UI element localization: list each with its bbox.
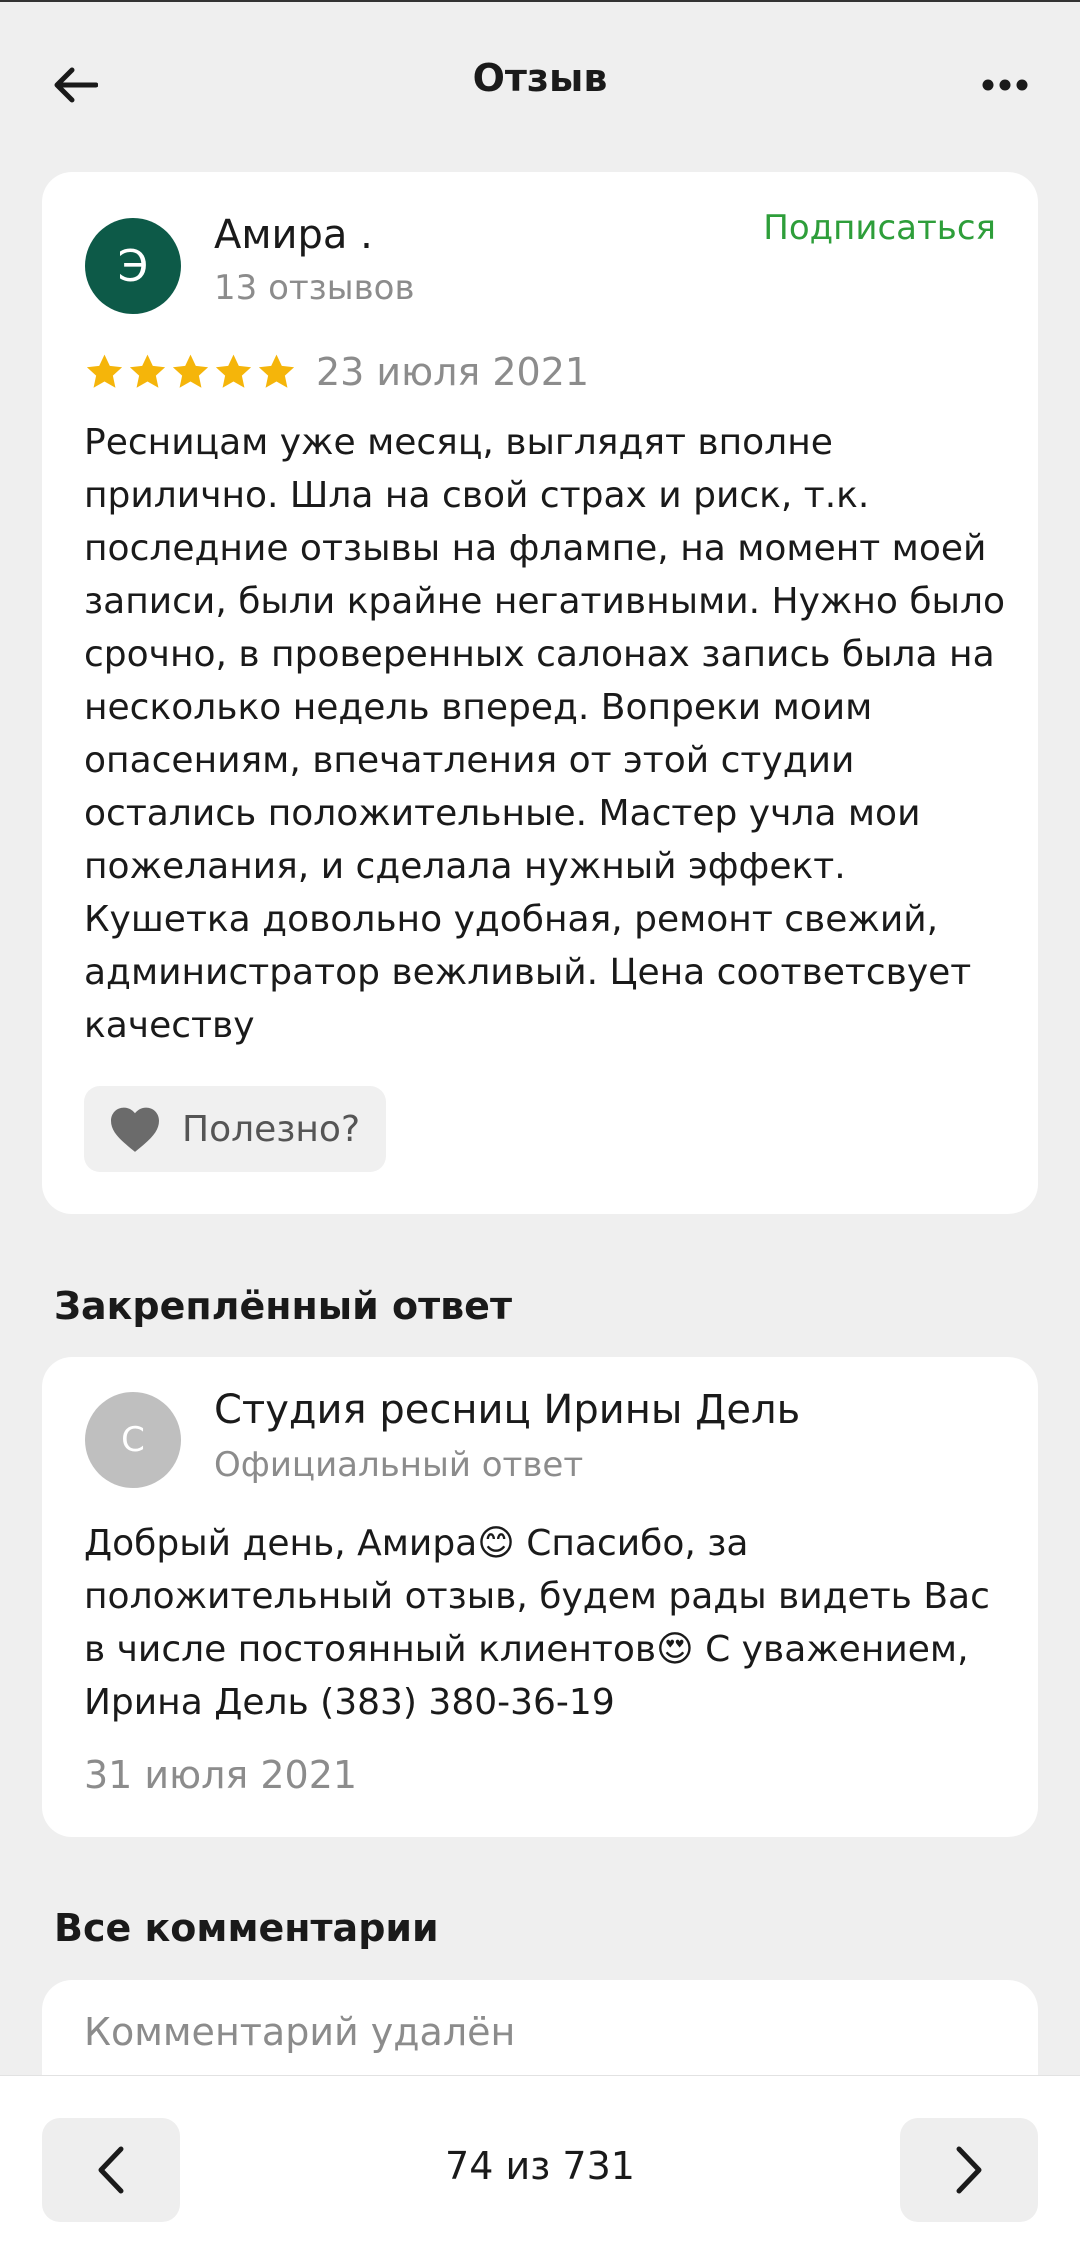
star-icon — [129, 354, 166, 388]
review-text: Ресницам уже месяц, выглядят вполне прил… — [84, 422, 1005, 1046]
top-bar: Отзыв — [0, 0, 1080, 170]
answer-date: 31 июля 2021 — [84, 1753, 358, 1797]
page-title: Отзыв — [472, 56, 608, 100]
star-icon — [215, 354, 252, 388]
useful-label: Полезно? — [182, 1108, 361, 1150]
star-icon — [258, 354, 295, 388]
review-card: Э Амира . 13 отзывов Подписаться 23 июля… — [42, 172, 1038, 1214]
all-comments-heading: Все комментарии — [54, 1906, 439, 1950]
author-name[interactable]: Амира . — [214, 212, 373, 258]
bottom-navigation-bar: 74 из 731 — [0, 2075, 1080, 2266]
official-answer-label: Официальный ответ — [214, 1445, 584, 1485]
star-icon — [86, 354, 123, 388]
heart-icon — [111, 1107, 159, 1152]
answer-text: Добрый день, Амира😊 Спасибо, за положите… — [84, 1523, 990, 1723]
author-avatar[interactable]: Э — [85, 218, 181, 314]
useful-button[interactable]: Полезно? — [84, 1086, 386, 1172]
subscribe-button[interactable]: Подписаться — [763, 208, 996, 248]
pinned-answer-card: С Студия ресниц Ирины Дель Официальный о… — [42, 1357, 1038, 1837]
next-button[interactable] — [900, 2118, 1038, 2222]
studio-name[interactable]: Студия ресниц Ирины Дель — [214, 1387, 800, 1433]
review-date: 23 июля 2021 — [316, 350, 590, 394]
rating-stars — [84, 352, 297, 393]
chevron-right-icon — [956, 2146, 982, 2194]
pinned-answer-heading: Закреплённый ответ — [54, 1284, 512, 1328]
deleted-comment-text: Комментарий удалён — [84, 2010, 516, 2054]
author-reviews-count: 13 отзывов — [214, 268, 415, 308]
more-button[interactable] — [970, 55, 1040, 115]
studio-avatar[interactable]: С — [85, 1392, 181, 1488]
more-dots-icon — [982, 79, 1028, 91]
star-icon — [172, 354, 209, 388]
